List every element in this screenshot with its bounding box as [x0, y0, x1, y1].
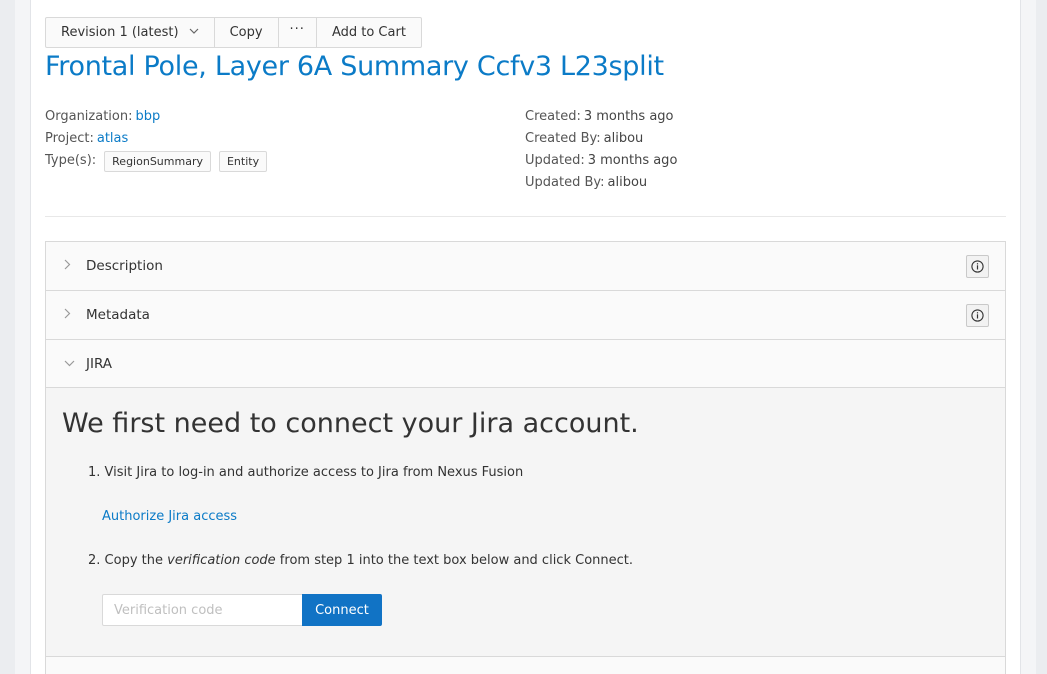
page-title: Frontal Pole, Layer 6A Summary Ccfv3 L23… — [45, 51, 664, 82]
step2-emphasis: verification code — [167, 553, 276, 568]
project-link[interactable]: atlas — [97, 128, 128, 150]
more-icon: ··· — [289, 22, 305, 37]
chevron-right-icon — [64, 259, 71, 273]
updated-label: Updated: — [525, 153, 585, 168]
toolbar: Revision 1 (latest) Copy ··· Add to Cart — [45, 17, 422, 48]
description-panel-title: Description — [86, 258, 163, 274]
jira-panel-content: We first need to connect your Jira accou… — [46, 388, 1005, 657]
copy-label: Copy — [229, 25, 263, 40]
resource-card: Revision 1 (latest) Copy ··· Add to Cart… — [30, 0, 1021, 674]
organization-link[interactable]: bbp — [136, 106, 161, 128]
step2-prefix: 2. Copy the — [88, 553, 168, 568]
updated-by-row: Updated By: alibou — [525, 172, 677, 194]
created-by-value: alibou — [603, 131, 644, 146]
description-panel-header[interactable]: Description — [46, 242, 1005, 291]
jira-step-1: 1. Visit Jira to log-in and authorize ac… — [88, 465, 524, 480]
updated-by-value: alibou — [607, 175, 648, 190]
project-row: Project: atlas — [45, 128, 267, 150]
info-icon[interactable] — [966, 303, 989, 327]
updated-row: Updated: 3 months ago — [525, 150, 677, 172]
metadata-right: Created: 3 months ago Created By: alibou… — [525, 106, 677, 194]
jira-panel-header[interactable]: JIRA — [46, 340, 1005, 388]
verification-code-input[interactable] — [102, 594, 303, 626]
next-panel-header[interactable] — [46, 657, 1005, 674]
collapse-panels: Description Metadata JIRA We first need … — [45, 241, 1006, 674]
project-label: Project: — [45, 131, 94, 146]
metadata-panel-title: Metadata — [86, 307, 150, 323]
metadata-left: Organization: bbp Project: atlas Type(s)… — [45, 106, 268, 172]
add-to-cart-label: Add to Cart — [331, 25, 406, 40]
more-button[interactable]: ··· — [277, 17, 317, 48]
type-tag: Entity — [218, 150, 268, 172]
updated-value: 3 months ago — [587, 153, 678, 168]
revision-label: Revision 1 (latest) — [61, 25, 179, 40]
info-icon[interactable] — [966, 254, 989, 278]
add-to-cart-button[interactable]: Add to Cart — [315, 17, 422, 48]
created-row: Created: 3 months ago — [525, 106, 677, 128]
revision-dropdown[interactable]: Revision 1 (latest) — [45, 17, 215, 48]
jira-panel-title: JIRA — [86, 355, 113, 372]
chevron-down-icon — [189, 27, 199, 38]
organization-row: Organization: bbp — [45, 106, 267, 128]
created-label: Created: — [525, 109, 581, 124]
connect-button[interactable]: Connect — [302, 594, 382, 626]
chevron-right-icon — [64, 308, 71, 322]
authorize-jira-link[interactable]: Authorize Jira access — [102, 509, 237, 524]
divider — [45, 216, 1006, 217]
types-label: Type(s): — [45, 153, 97, 168]
type-tag: RegionSummary — [104, 150, 211, 172]
jira-heading: We first need to connect your Jira accou… — [62, 408, 639, 439]
organization-label: Organization: — [45, 109, 133, 124]
step2-suffix: from step 1 into the text box below and … — [275, 553, 634, 568]
metadata-panel-header[interactable]: Metadata — [46, 291, 1005, 340]
chevron-down-icon — [64, 357, 75, 370]
created-by-label: Created By: — [525, 131, 601, 146]
created-value: 3 months ago — [583, 109, 674, 124]
updated-by-label: Updated By: — [525, 175, 605, 190]
types-row: Type(s): RegionSummary Entity — [45, 150, 268, 172]
copy-button[interactable]: Copy — [213, 17, 279, 48]
created-by-row: Created By: alibou — [525, 128, 677, 150]
jira-step-2: 2. Copy the verification code from step … — [88, 553, 633, 568]
